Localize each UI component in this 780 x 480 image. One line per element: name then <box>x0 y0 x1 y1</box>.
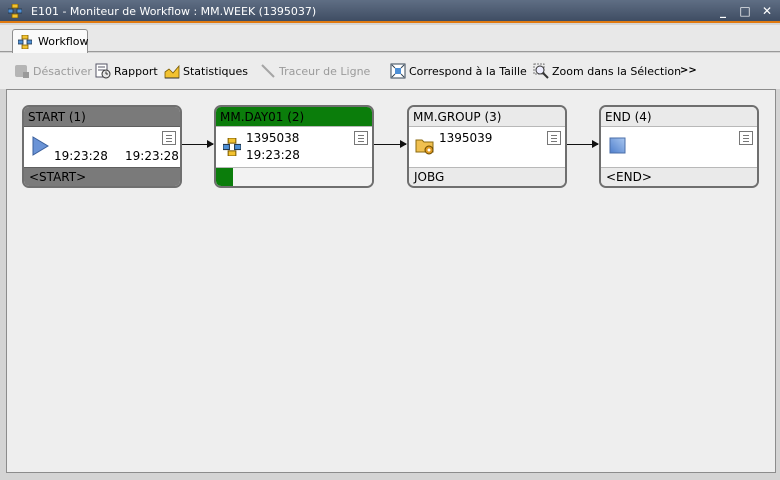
end-icon <box>609 137 626 154</box>
tab-strip: Workflow <box>0 25 780 53</box>
node-body: 1395039 <box>409 127 565 168</box>
end-time: 19:23:28 <box>125 149 179 163</box>
details-icon[interactable] <box>547 131 561 145</box>
fit-to-size-label: Correspond à la Taille <box>409 65 527 78</box>
fit-to-size-icon <box>390 63 406 79</box>
details-icon[interactable] <box>162 131 176 145</box>
overflow-label: >> <box>680 65 697 76</box>
run-id: 1395038 <box>246 131 300 145</box>
node-header: START (1) <box>24 107 180 127</box>
node-title: MM.GROUP (3) <box>413 110 502 124</box>
maximize-button[interactable]: □ <box>737 3 753 19</box>
node-footer: JOBG <box>409 167 565 186</box>
node-footer <box>216 167 372 186</box>
node-footer-label: <START> <box>29 170 87 184</box>
node-header: MM.GROUP (3) <box>409 107 565 127</box>
window-titlebar: E101 - Moniteur de Workflow : MM.WEEK (1… <box>0 0 780 23</box>
workflow-node-end[interactable]: END (4) <END> <box>599 105 759 188</box>
zoom-selection-icon <box>533 63 549 79</box>
node-footer: <END> <box>601 167 757 186</box>
toolbar: Désactiver Rapport Statistiques Traceur … <box>0 53 780 89</box>
workflow-node-mm-group[interactable]: MM.GROUP (3) 1395039 JOBG <box>407 105 567 188</box>
node-body: 1395038 19:23:28 <box>216 127 372 168</box>
edge-group-end <box>567 140 599 148</box>
line-tracer-icon <box>261 64 275 78</box>
run-id: 1395039 <box>439 131 493 145</box>
edge-start-day01 <box>182 140 214 148</box>
node-header: MM.DAY01 (2) <box>216 107 372 127</box>
minimize-button[interactable]: _ <box>715 3 731 19</box>
statistics-label: Statistiques <box>183 65 248 78</box>
job-group-folder-icon <box>415 139 434 155</box>
node-body <box>601 127 757 168</box>
progress-bar <box>216 168 234 186</box>
workflow-icon <box>18 35 32 49</box>
tab-label: Workflow <box>38 35 89 48</box>
node-footer: <START> <box>24 167 180 186</box>
workflow-icon <box>223 138 241 156</box>
close-button[interactable]: ✕ <box>759 3 775 19</box>
workflow-node-start[interactable]: START (1) 19:23:28 19:23:28 <START> <box>22 105 182 188</box>
statistics-chart-icon <box>164 64 180 79</box>
workflow-canvas[interactable]: START (1) 19:23:28 19:23:28 <START> MM.D… <box>6 89 776 473</box>
window-title: E101 - Moniteur de Workflow : MM.WEEK (1… <box>31 5 317 18</box>
line-tracer-label: Traceur de Ligne <box>279 65 371 78</box>
deactivate-label: Désactiver <box>33 65 92 78</box>
run-time: 19:23:28 <box>246 148 300 162</box>
edge-day01-group <box>374 140 407 148</box>
workflow-app-icon <box>8 4 22 18</box>
node-body: 19:23:28 19:23:28 <box>24 127 180 168</box>
node-title: MM.DAY01 (2) <box>220 110 305 124</box>
report-icon <box>95 63 111 79</box>
node-title: END (4) <box>605 110 652 124</box>
deactivate-icon <box>15 65 29 78</box>
node-title: START (1) <box>28 110 86 124</box>
node-footer-label: <END> <box>606 170 652 184</box>
tab-workflow[interactable]: Workflow <box>12 29 89 53</box>
details-icon[interactable] <box>739 131 753 145</box>
node-footer-label: JOBG <box>414 170 445 184</box>
play-icon <box>32 136 49 156</box>
node-header: END (4) <box>601 107 757 127</box>
workflow-node-mm-day01[interactable]: MM.DAY01 (2) 1395038 19:23:28 <box>214 105 374 188</box>
report-label: Rapport <box>114 65 158 78</box>
zoom-selection-label: Zoom dans la Sélection <box>552 65 682 78</box>
start-time: 19:23:28 <box>54 149 108 163</box>
details-icon[interactable] <box>354 131 368 145</box>
